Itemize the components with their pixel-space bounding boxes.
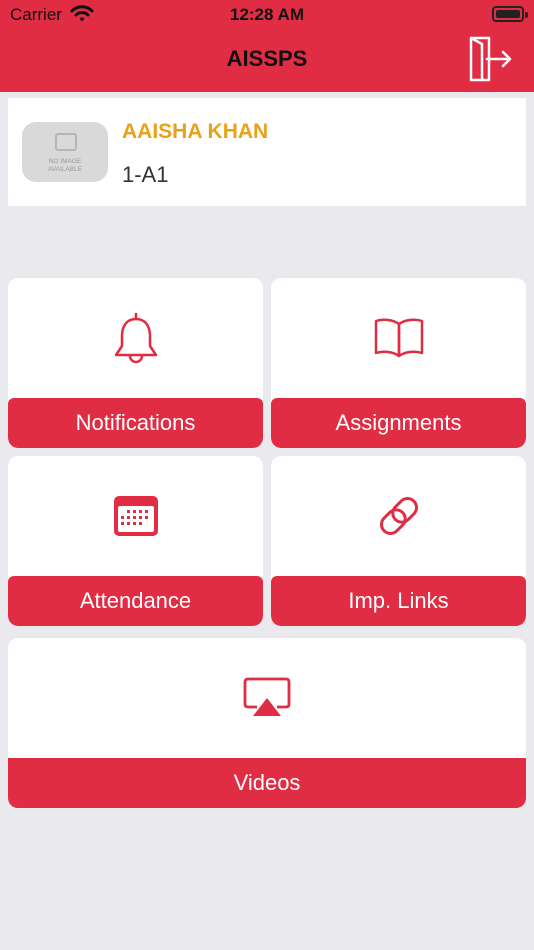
imp-links-label: Imp. Links: [271, 576, 526, 626]
imp-links-tile[interactable]: Imp. Links: [271, 456, 526, 626]
status-bar: Carrier 12:28 AM: [0, 0, 534, 30]
student-profile-card: NO IMAGE AVAILABLE AAISHA KHAN 1-A1: [8, 98, 526, 206]
videos-label: Videos: [8, 758, 526, 808]
airplay-icon: [243, 677, 291, 716]
assignments-tile[interactable]: Assignments: [271, 278, 526, 448]
avatar-placeholder-line1: NO IMAGE: [48, 158, 82, 165]
avatar: NO IMAGE AVAILABLE: [22, 122, 108, 182]
notifications-tile[interactable]: Notifications: [8, 278, 263, 448]
clock: 12:28 AM: [229, 5, 304, 24]
attendance-tile[interactable]: Attendance: [8, 456, 263, 626]
assignments-label: Assignments: [271, 398, 526, 448]
image-placeholder-icon: [55, 133, 77, 151]
attendance-label: Attendance: [8, 576, 263, 626]
calendar-icon: [113, 496, 158, 536]
notifications-label: Notifications: [8, 398, 263, 448]
logout-icon[interactable]: [463, 35, 515, 83]
link-icon: [379, 497, 418, 535]
page-title: AISSPS: [226, 46, 308, 71]
battery-icon: [492, 6, 528, 22]
videos-tile[interactable]: Videos: [8, 638, 526, 808]
student-class: 1-A1: [122, 162, 169, 187]
avatar-placeholder-line2: AVAILABLE: [47, 166, 83, 173]
bell-icon: [114, 312, 157, 364]
book-icon: [374, 318, 423, 358]
app-header: Carrier 12:28 AM AISSPS: [0, 0, 534, 92]
student-name: AAISHA KHAN: [122, 120, 269, 143]
